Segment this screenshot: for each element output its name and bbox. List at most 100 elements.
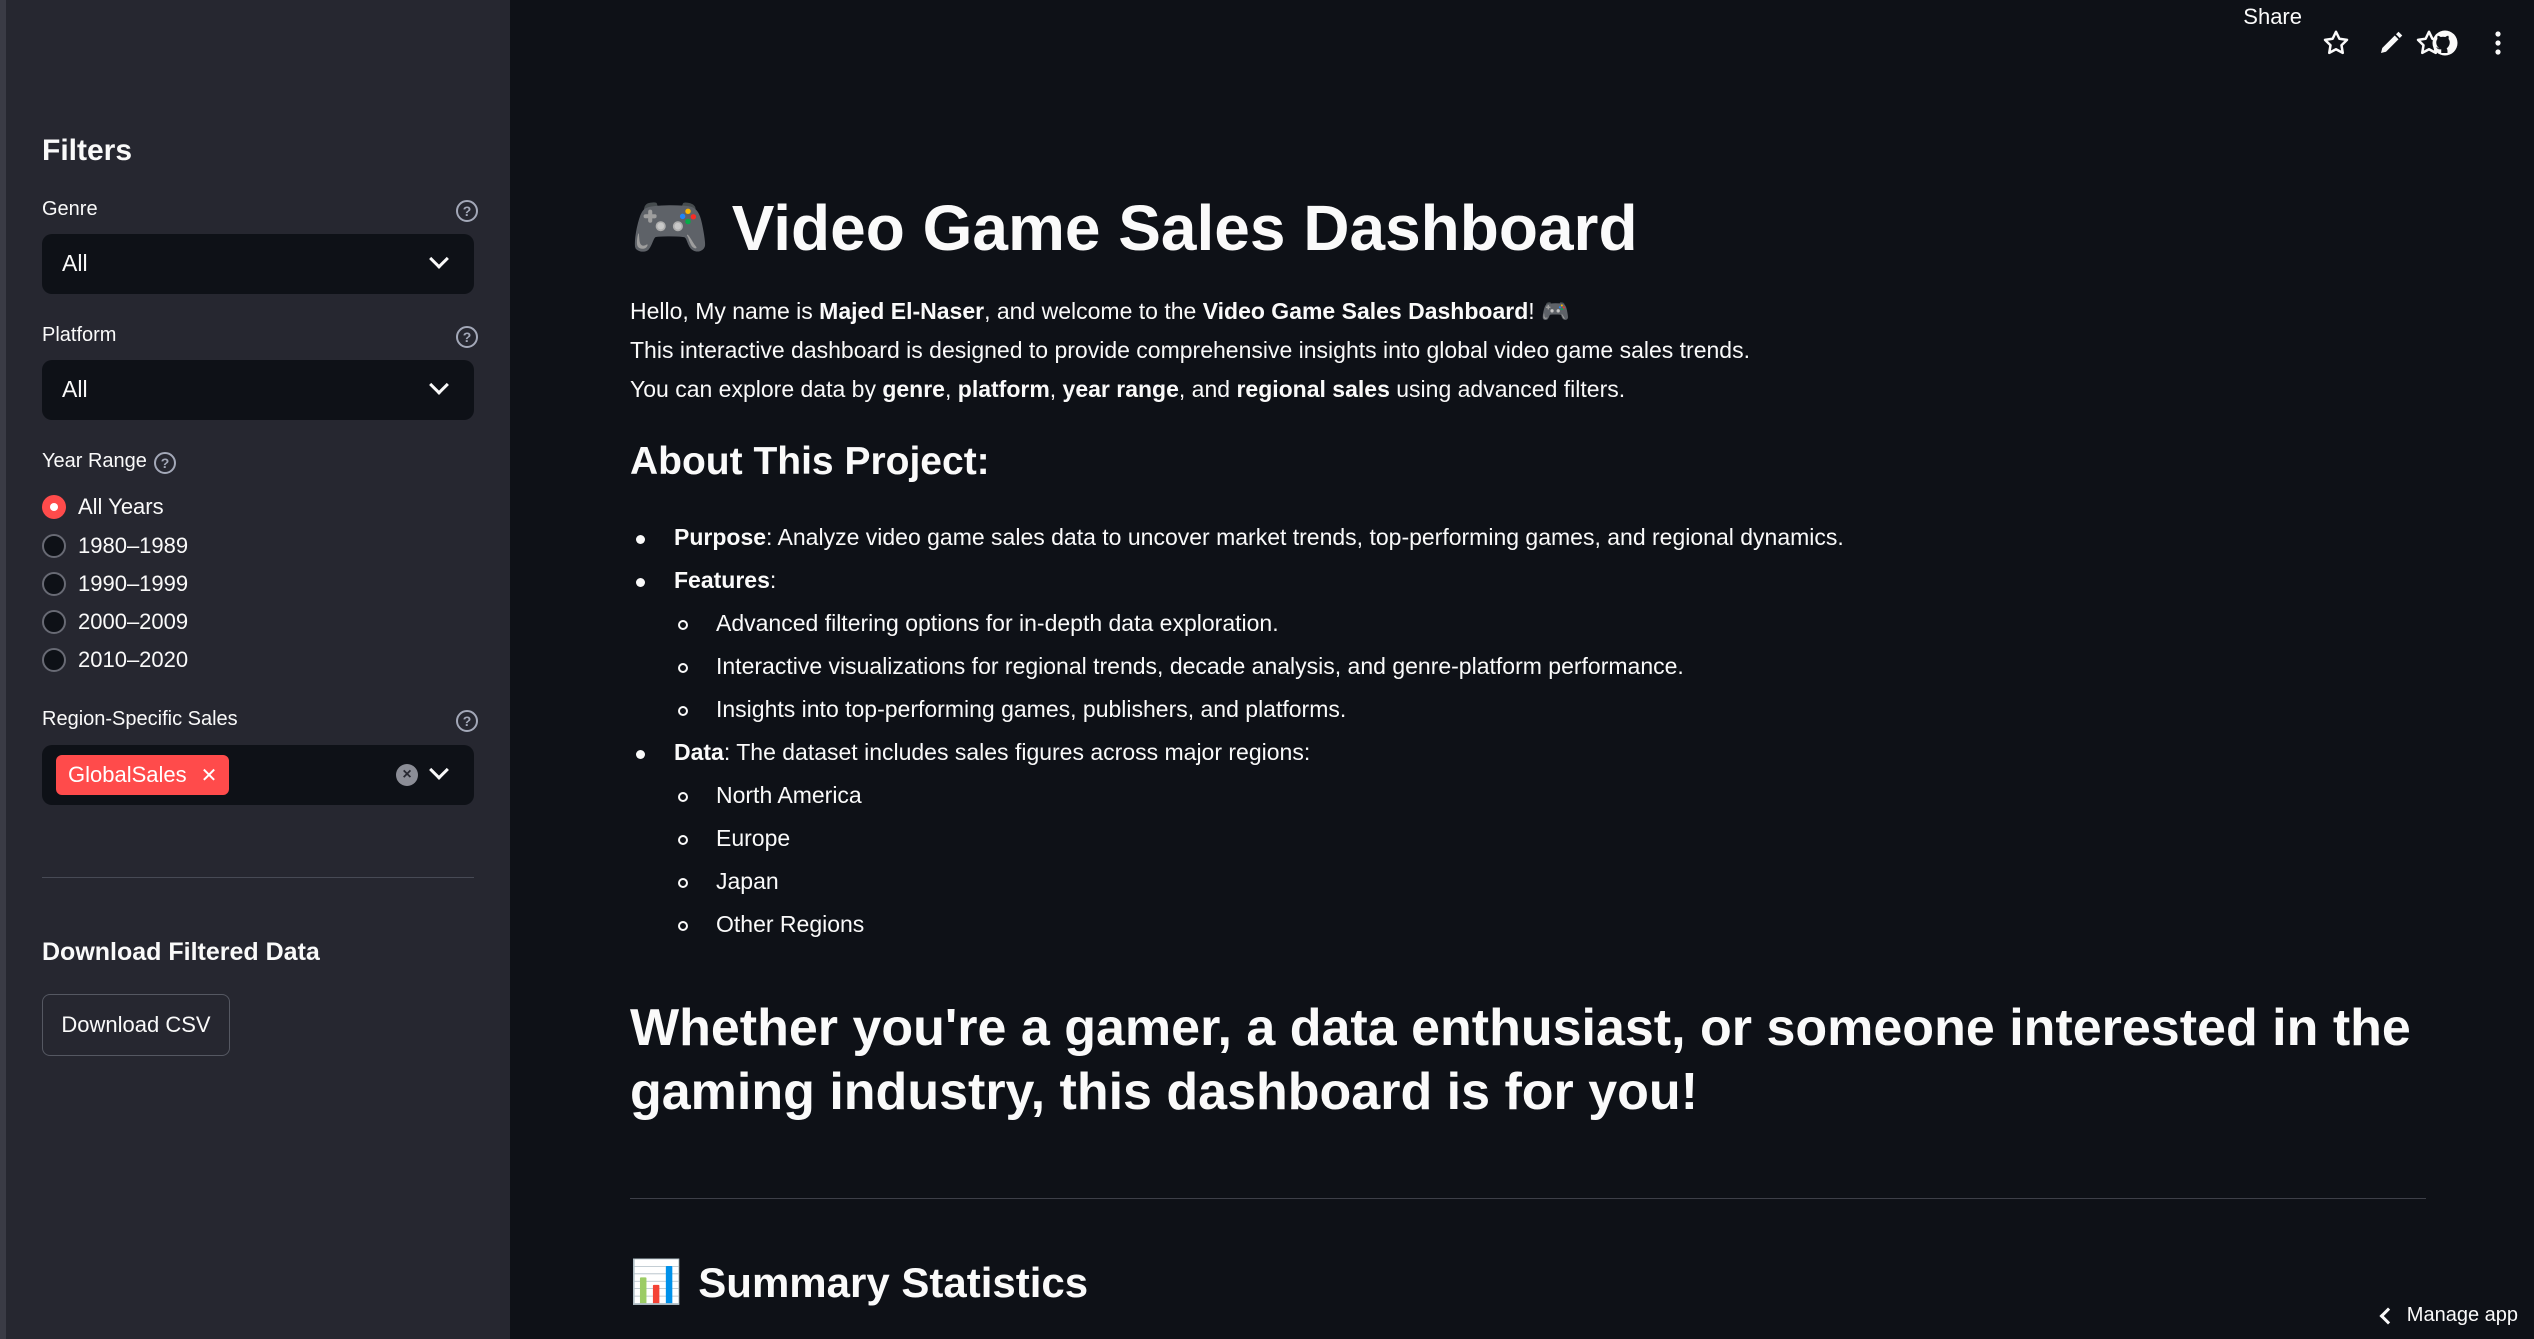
sub-bullet-icon	[678, 792, 688, 802]
feature-item: Advanced filtering options for in-depth …	[716, 610, 1279, 636]
intro-line-1: Hello, My name is Majed El-Naser, and we…	[630, 292, 1750, 331]
region-item: Other Regions	[716, 911, 865, 937]
region-item: North America	[716, 782, 862, 808]
chevron-down-icon	[429, 249, 449, 269]
section-divider	[630, 1198, 2426, 1199]
year-range-label: Year Range	[42, 450, 147, 472]
bullet-icon	[636, 750, 645, 759]
region-item: Japan	[716, 868, 779, 894]
sub-bullet-icon	[678, 620, 688, 630]
edit-pencil-icon[interactable]	[2376, 28, 2406, 58]
radio-icon[interactable]	[42, 534, 66, 558]
chevron-down-icon	[429, 375, 449, 395]
intro-text-span: Hello, My name is	[630, 298, 820, 324]
genre-select-value: All	[62, 250, 88, 276]
keyword-year-range: year range	[1062, 376, 1179, 402]
bullet-icon	[636, 535, 645, 544]
github-icon[interactable]	[2430, 28, 2460, 58]
share-button[interactable]: Share	[2243, 4, 2302, 30]
region-item: Europe	[716, 825, 791, 851]
intro-text-span: ,	[1049, 376, 1063, 402]
big-statement: Whether you're a gamer, a data enthusias…	[630, 999, 2411, 1121]
about-heading: About This Project:	[630, 440, 990, 483]
clear-all-icon[interactable]: ×	[396, 764, 418, 786]
sub-bullet-icon	[678, 921, 688, 931]
platform-help-icon[interactable]: ?	[456, 326, 478, 348]
radio-selected-icon[interactable]	[42, 495, 66, 519]
bar-chart-icon: 📊	[630, 1258, 683, 1305]
data-text: : The dataset includes sales figures acr…	[723, 739, 1311, 765]
author-name: Majed El-Naser	[819, 298, 985, 324]
chip-remove-icon[interactable]: ✕	[201, 763, 218, 788]
intro-line-2: This interactive dashboard is designed t…	[630, 337, 1750, 363]
bullet-icon	[636, 578, 645, 587]
app-name: Video Game Sales Dashboard	[1202, 298, 1529, 324]
sidebar: Filters Genre ? All Platform ? All Year …	[0, 0, 510, 1339]
year-option-1990s[interactable]: 1990–1999	[42, 569, 188, 599]
manage-app-button[interactable]: Manage app	[2407, 1304, 2518, 1327]
purpose-label: Purpose	[674, 524, 767, 550]
download-csv-button[interactable]: Download CSV	[42, 994, 230, 1056]
intro-text-span: , and welcome to the	[984, 298, 1203, 324]
feature-item: Insights into top-performing games, publ…	[716, 696, 1347, 722]
year-option-label: All Years	[78, 494, 164, 519]
intro-text-span: ,	[944, 376, 958, 402]
sub-bullet-icon	[678, 878, 688, 888]
year-option-2010s[interactable]: 2010–2020	[42, 645, 188, 675]
feature-item: Interactive visualizations for regional …	[716, 653, 1684, 679]
intro-text-span: , and	[1178, 376, 1237, 402]
year-option-all[interactable]: All Years	[42, 492, 164, 522]
list-item-features: Features:	[674, 567, 776, 594]
sub-bullet-icon	[678, 663, 688, 673]
region-help-icon[interactable]: ?	[456, 710, 478, 732]
year-option-label: 2010–2020	[78, 647, 189, 672]
sub-bullet-icon	[678, 835, 688, 845]
platform-select-value: All	[62, 376, 88, 402]
intro-text: Hello, My name is Majed El-Naser, and we…	[630, 292, 1750, 409]
purpose-text: : Analyze video game sales data to uncov…	[766, 524, 1844, 550]
sidebar-title: Filters	[42, 134, 133, 167]
star-icon[interactable]	[2321, 28, 2351, 58]
chevron-left-icon[interactable]	[2379, 1307, 2397, 1325]
intro-text-span: using advanced filters.	[1389, 376, 1626, 402]
download-title: Download Filtered Data	[42, 938, 320, 966]
features-colon: :	[769, 567, 777, 593]
platform-label: Platform	[42, 324, 117, 346]
radio-icon[interactable]	[42, 572, 66, 596]
page-title-text: Video Game Sales Dashboard	[731, 191, 1638, 264]
year-option-2000s[interactable]: 2000–2009	[42, 607, 188, 637]
genre-label: Genre	[42, 198, 98, 220]
features-label: Features	[674, 567, 770, 593]
intro-text-span: You can explore data by	[630, 376, 883, 402]
intro-text-span: ! 🎮	[1528, 298, 1570, 324]
list-item-data: Data: The dataset includes sales figures…	[674, 739, 1310, 766]
platform-select[interactable]: All	[42, 360, 474, 420]
region-label: Region-Specific Sales	[42, 708, 238, 730]
sidebar-divider	[42, 877, 474, 878]
keyword-regional-sales: regional sales	[1236, 376, 1390, 402]
region-chip: GlobalSales ✕	[56, 755, 230, 795]
year-option-label: 1990–1999	[78, 571, 189, 596]
more-vertical-icon[interactable]	[2486, 28, 2510, 58]
genre-help-icon[interactable]: ?	[456, 200, 478, 222]
list-item-purpose: Purpose: Analyze video game sales data t…	[674, 524, 1844, 551]
year-option-label: 2000–2009	[78, 609, 189, 634]
genre-select[interactable]: All	[42, 234, 474, 294]
summary-heading-text: Summary Statistics	[698, 1258, 1089, 1306]
page-title: 🎮 Video Game Sales Dashboard	[630, 190, 1638, 265]
region-multiselect[interactable]: GlobalSales ✕ ×	[42, 745, 474, 805]
keyword-genre: genre	[882, 376, 945, 402]
radio-icon[interactable]	[42, 610, 66, 634]
year-range-help-icon[interactable]: ?	[154, 452, 176, 474]
radio-icon[interactable]	[42, 648, 66, 672]
region-chip-label: GlobalSales	[68, 762, 187, 787]
chevron-down-icon	[429, 760, 449, 780]
year-option-label: 1980–1989	[78, 533, 189, 558]
gamepad-icon: 🎮	[630, 191, 710, 263]
summary-heading: 📊 Summary Statistics	[630, 1258, 1088, 1307]
sub-bullet-icon	[678, 706, 688, 716]
year-option-1980s[interactable]: 1980–1989	[42, 531, 188, 561]
keyword-platform: platform	[957, 376, 1050, 402]
intro-line-3: You can explore data by genre, platform,…	[630, 370, 1750, 409]
data-label: Data	[674, 739, 724, 765]
